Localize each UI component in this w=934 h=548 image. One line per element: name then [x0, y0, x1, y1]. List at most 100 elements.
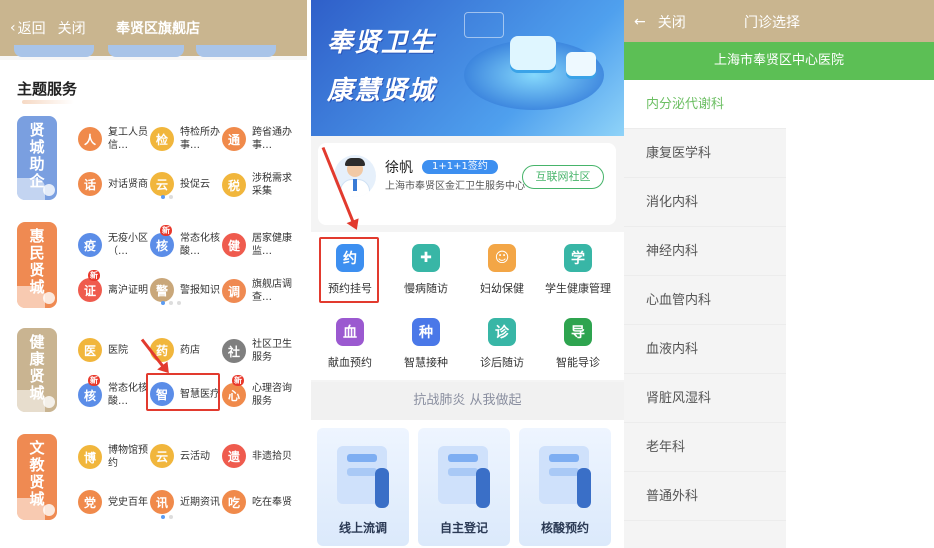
family-doctor-card[interactable]: 徐帆 1+1+1签约 上海市奉贤区金汇卫生服务中心 互联网社区 — [318, 143, 616, 225]
category-char: 贤 — [29, 121, 45, 139]
service-item[interactable]: 疫无疫小区（… — [78, 232, 150, 258]
card-illustration — [375, 468, 389, 508]
service-icon: 云 — [150, 172, 174, 196]
category-decor — [17, 178, 45, 200]
function-item[interactable]: ✚ 慢病随访 — [389, 244, 463, 296]
service-icon: 税 — [222, 173, 246, 197]
department-item[interactable]: 血液内科 — [624, 325, 786, 374]
service-icon: 核新 — [150, 225, 174, 257]
department-item[interactable]: 康复医学科 — [624, 129, 786, 178]
internet-community-button[interactable]: 互联网社区 — [522, 165, 604, 189]
service-item[interactable]: 证新离沪证明 — [78, 270, 150, 302]
department-item[interactable]: 普通外科 — [624, 472, 786, 521]
service-label: 特检所办事… — [180, 127, 220, 151]
category-tile[interactable]: 惠民贤城 — [17, 222, 57, 308]
feature-cards: 线上流调 自主登记 核酸预约 — [311, 420, 624, 548]
card-illustration — [448, 454, 478, 462]
feature-card[interactable]: 线上流调 — [317, 428, 409, 546]
banner: 奉贤卫生 康慧贤城 — [311, 0, 624, 136]
close-button[interactable]: 关闭 — [658, 12, 686, 32]
service-item[interactable]: 药药店 — [150, 338, 222, 362]
category-char: 民 — [29, 244, 45, 262]
device-illustration — [566, 52, 596, 76]
service-icon: 遗 — [222, 444, 246, 468]
feature-card-label: 线上流调 — [338, 521, 387, 535]
header-nav: ‹ 返回 关闭 — [10, 18, 86, 38]
department-item[interactable]: 肾脏风湿科 — [624, 374, 786, 423]
service-item[interactable]: 警警报知识 — [150, 278, 222, 302]
back-label: 返回 — [17, 21, 46, 37]
department-item[interactable]: 心血管内科 — [624, 276, 786, 325]
function-item[interactable]: ☺ 妇幼保健 — [465, 244, 539, 296]
close-button[interactable]: 关闭 — [58, 18, 86, 38]
service-icon: 健 — [222, 233, 246, 257]
service-item[interactable]: 吃吃在奉贤 — [222, 490, 294, 514]
category-decor — [17, 286, 45, 308]
service-item[interactable]: 人复工人员信… — [78, 126, 150, 152]
category-decor — [17, 390, 45, 412]
service-label: 跨省通办事… — [252, 127, 292, 151]
slogan-bar: 抗战肺炎 从我做起 — [311, 382, 624, 420]
service-icon: 博 — [78, 445, 102, 469]
service-item[interactable]: 云投促云 — [150, 172, 222, 196]
service-label: 投促云 — [180, 178, 210, 190]
function-item[interactable]: 种智慧接种 — [389, 318, 463, 370]
arrow-circle-icon — [43, 292, 55, 304]
category-tile[interactable]: 健康贤城 — [17, 328, 57, 412]
department-item[interactable]: 内分泌代谢科 — [624, 80, 786, 129]
arrow-left-icon[interactable]: ← — [634, 14, 646, 30]
service-item[interactable]: 社社区卫生服务 — [222, 338, 294, 364]
header-nav: ← 关闭 — [634, 12, 686, 32]
service-item[interactable]: 讯近期资讯 — [150, 490, 222, 514]
service-item[interactable]: 博博物馆预约 — [78, 444, 150, 470]
feature-card[interactable]: 自主登记 — [418, 428, 510, 546]
service-icon: 疫 — [78, 233, 102, 257]
category-decor — [17, 498, 45, 520]
service-item[interactable]: 话对话贤商 — [78, 172, 150, 196]
service-item[interactable]: 检特检所办事… — [150, 126, 222, 152]
feature-card-label: 核酸预约 — [540, 521, 589, 535]
feature-card[interactable]: 核酸预约 — [519, 428, 611, 546]
service-item[interactable]: 通跨省通办事… — [222, 126, 294, 152]
service-item[interactable]: 核新常态化核酸… — [78, 375, 150, 408]
service-item[interactable]: 党党史百年 — [78, 490, 150, 514]
service-label: 常态化核酸… — [180, 233, 220, 257]
back-button[interactable]: ‹ 返回 — [10, 18, 46, 38]
section-underline — [22, 100, 74, 104]
category-char: 文 — [29, 439, 45, 457]
function-item[interactable]: 导智能导诊 — [541, 318, 615, 370]
category-tile[interactable]: 文教贤城 — [17, 434, 57, 520]
function-label: 智慧接种 — [404, 356, 448, 369]
service-label: 常态化核酸… — [108, 383, 148, 407]
service-item[interactable]: 健居家健康监… — [222, 232, 294, 258]
contract-badge: 1+1+1签约 — [422, 160, 498, 174]
service-label: 无疫小区（… — [108, 233, 148, 257]
service-icon: 警 — [150, 278, 174, 302]
service-item[interactable]: 遗非遗拾贝 — [222, 444, 294, 468]
service-item[interactable]: 云云活动 — [150, 444, 222, 468]
function-icon: 血 — [336, 318, 364, 346]
tab-strip[interactable] — [14, 45, 94, 57]
new-badge: 新 — [232, 375, 244, 386]
section-title: 主题服务 — [17, 80, 78, 98]
function-icon: ☺ — [488, 244, 516, 272]
category-char: 贤 — [29, 367, 45, 385]
service-item[interactable]: 心新心理咨询服务 — [222, 375, 294, 408]
service-item[interactable]: 调旗舰店调查… — [222, 278, 294, 304]
department-item[interactable]: 老年科 — [624, 423, 786, 472]
service-label: 心理咨询服务 — [252, 383, 292, 407]
card-illustration — [549, 468, 579, 476]
function-item[interactable]: 血献血预约 — [313, 318, 387, 370]
department-item[interactable]: 消化内科 — [624, 178, 786, 227]
service-label: 涉税需求采集 — [252, 173, 292, 197]
service-item[interactable]: 核新常态化核酸… — [150, 225, 222, 258]
function-item[interactable]: 诊诊后随访 — [465, 318, 539, 370]
category-tile[interactable]: 贤城助企 — [17, 116, 57, 200]
tab-strip[interactable] — [108, 45, 184, 57]
service-item[interactable]: 税涉税需求采集 — [222, 172, 294, 198]
service-item[interactable]: 医医院 — [78, 338, 150, 362]
department-item[interactable]: 神经内科 — [624, 227, 786, 276]
tab-strip[interactable] — [196, 45, 276, 57]
service-label: 党史百年 — [108, 496, 148, 508]
function-item[interactable]: 学学生健康管理 — [541, 244, 615, 296]
